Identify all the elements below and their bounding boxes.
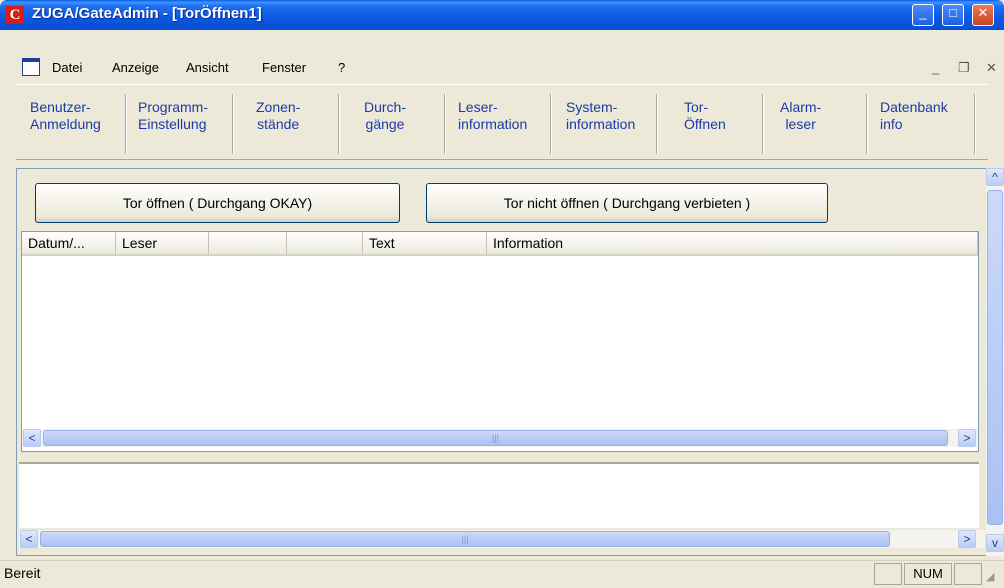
resize-grip-icon[interactable]: ◢ xyxy=(986,570,994,583)
event-list[interactable] xyxy=(21,231,979,452)
menu-fenster[interactable]: Fenster xyxy=(262,60,306,75)
outer-scroll-left-button[interactable]: < xyxy=(20,530,38,548)
status-num-indicator: NUM xyxy=(904,563,952,585)
status-pane-empty xyxy=(874,563,902,585)
column-header-text[interactable]: Text xyxy=(363,232,487,256)
toolbar-separator xyxy=(550,94,552,154)
close-button[interactable]: ✕ xyxy=(972,4,994,26)
toolbar-programm-einstellung[interactable]: Programm- Einstellung xyxy=(138,99,208,149)
column-header-leser[interactable]: Leser xyxy=(116,232,209,256)
status-bar xyxy=(0,560,1004,588)
toolbar-separator xyxy=(974,94,976,154)
outer-scroll-right-button[interactable]: > xyxy=(958,530,976,548)
mdi-minimize-button[interactable]: _ xyxy=(932,60,939,75)
column-header-datum[interactable]: Datum/... xyxy=(22,232,116,256)
toolbar-leserinformation[interactable]: Leser-information xyxy=(458,99,527,149)
status-text: Bereit xyxy=(4,565,41,581)
menu-datei[interactable]: Datei xyxy=(52,60,82,75)
window-title: ZUGA/GateAdmin - [TorÖffnen1] xyxy=(32,5,262,22)
column-header-information[interactable]: Information xyxy=(487,232,978,256)
deny-gate-button[interactable]: Tor nicht öffnen ( Durchgang verbieten ) xyxy=(426,183,828,223)
menu-help[interactable]: ? xyxy=(338,60,345,75)
app-icon[interactable]: C xyxy=(6,6,24,24)
toolbar-separator xyxy=(125,94,127,154)
toolbar-alarmleser[interactable]: Alarm-leser xyxy=(780,99,821,149)
toolbar-separator xyxy=(866,94,868,154)
toolbar-separator xyxy=(338,94,340,154)
scroll-right-button[interactable]: > xyxy=(958,429,976,447)
toolbar-zonenstaende[interactable]: Zonen-stände xyxy=(256,99,300,149)
status-pane-empty-2 xyxy=(954,563,982,585)
scroll-down-button[interactable]: v xyxy=(986,534,1004,552)
detail-pane[interactable] xyxy=(19,462,979,528)
menu-ansicht[interactable]: Ansicht xyxy=(186,60,229,75)
toolbar-datenbank-info[interactable]: Datenbank info xyxy=(880,99,948,149)
toolbar-separator xyxy=(444,94,446,154)
document-icon[interactable] xyxy=(22,58,40,76)
toolbar-tor-oeffnen[interactable]: Tor- Öffnen xyxy=(684,99,726,149)
column-header-empty-1[interactable] xyxy=(209,232,287,256)
outer-scroll-thumb[interactable]: ||| xyxy=(40,531,890,547)
toolbar-separator xyxy=(656,94,658,154)
toolbar-systeminformation[interactable]: System-information xyxy=(566,99,635,149)
mdi-restore-button[interactable]: ❐ xyxy=(958,60,970,76)
open-gate-button[interactable]: Tor öffnen ( Durchgang OKAY) xyxy=(35,183,400,223)
toolbar-durchgaenge[interactable]: Durch-gänge xyxy=(364,99,406,149)
toolbar-benutzer-anmeldung[interactable]: Benutzer- Anmeldung xyxy=(30,99,101,149)
column-header-empty-2[interactable] xyxy=(287,232,363,256)
list-scroll-thumb[interactable]: ||| xyxy=(43,430,948,446)
minimize-button[interactable]: _ xyxy=(912,4,934,26)
toolbar-separator xyxy=(762,94,764,154)
mdi-close-button[interactable]: ✕ xyxy=(986,60,997,76)
maximize-button[interactable]: □ xyxy=(942,4,964,26)
vertical-scroll-thumb[interactable] xyxy=(987,190,1003,525)
scroll-left-button[interactable]: < xyxy=(23,429,41,447)
toolbar-separator xyxy=(232,94,234,154)
menu-anzeige[interactable]: Anzeige xyxy=(112,60,159,75)
scroll-up-button[interactable]: ^ xyxy=(986,168,1004,186)
